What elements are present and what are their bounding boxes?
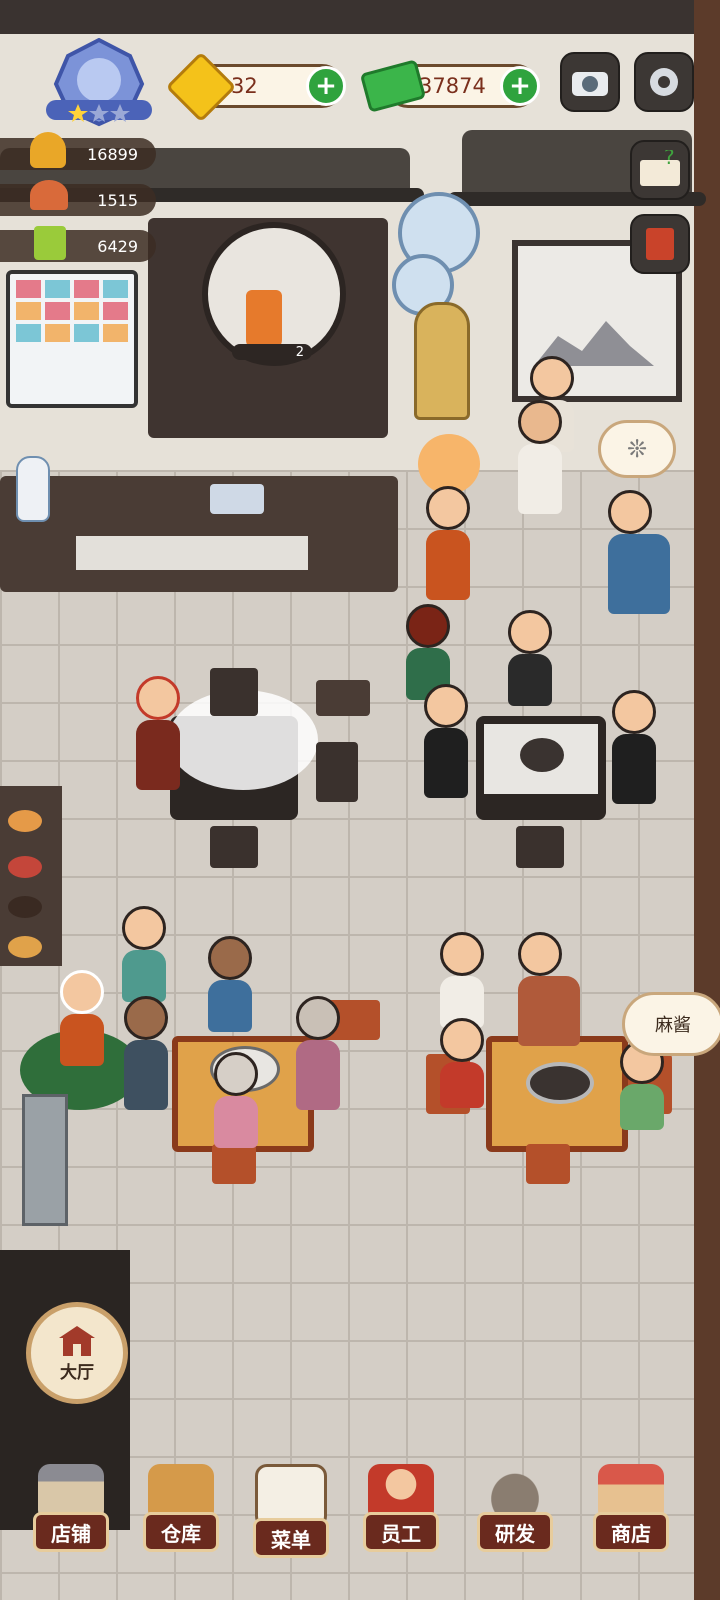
customer-mother[interactable] xyxy=(440,932,484,1028)
chair[interactable] xyxy=(210,826,258,868)
chair[interactable] xyxy=(526,1144,570,1184)
customer-glasses-1[interactable] xyxy=(424,684,468,798)
nav-store[interactable]: 商店 xyxy=(592,1464,670,1560)
chair[interactable] xyxy=(210,668,258,716)
recipe-book-icon xyxy=(646,228,674,260)
camera-button[interactable] xyxy=(560,52,620,112)
hall-button-label: 大厅 xyxy=(60,1362,94,1383)
stat-ticket-value: 6429 xyxy=(97,236,138,256)
nav-menu[interactable]: 菜单 xyxy=(252,1464,330,1560)
stat-ticket: 6429 xyxy=(0,230,156,262)
add-cash-button[interactable]: + xyxy=(500,66,540,106)
customer-boy[interactable] xyxy=(122,906,166,1002)
chair[interactable] xyxy=(316,742,358,802)
ceiling-beam xyxy=(0,0,720,34)
stat-hotpot: 16899 xyxy=(0,138,156,170)
vase xyxy=(16,456,50,522)
chair[interactable] xyxy=(516,826,564,868)
rank-badge[interactable] xyxy=(40,37,158,128)
laptop[interactable] xyxy=(210,484,264,514)
nav-label: 仓库 xyxy=(143,1512,219,1552)
nav-label: 商店 xyxy=(593,1512,669,1552)
stat-serving-value: 1515 xyxy=(97,190,138,210)
customer-grandma[interactable] xyxy=(296,996,340,1110)
nav-warehouse[interactable]: 仓库 xyxy=(142,1464,220,1560)
golden-bin xyxy=(414,302,470,420)
front-counter[interactable] xyxy=(0,476,398,592)
red-pillar xyxy=(694,0,720,1600)
chair[interactable] xyxy=(212,1144,256,1184)
bubble-tea-cup-icon[interactable] xyxy=(246,290,282,350)
nav-label: 菜单 xyxy=(253,1518,329,1558)
drink-progress-bar: 2 xyxy=(232,344,312,360)
customer-blue-shirt[interactable] xyxy=(608,490,670,614)
hall-house-icon xyxy=(59,1325,95,1356)
settings-button[interactable] xyxy=(634,52,694,112)
customer-old-man[interactable] xyxy=(518,400,562,514)
stone-pedestal xyxy=(22,1094,68,1226)
svg-text:?: ? xyxy=(664,150,675,169)
hall-button[interactable]: 大厅 xyxy=(26,1302,128,1404)
cash-count: 37874 xyxy=(419,74,486,98)
customer-father[interactable] xyxy=(518,932,580,1046)
stat-serving: 1515 xyxy=(0,184,156,216)
fish-thought-bubble[interactable]: ❊ xyxy=(598,420,676,478)
nav-label: 研发 xyxy=(477,1512,553,1552)
nav-staff[interactable]: 员工 xyxy=(362,1464,440,1560)
lucky-cat xyxy=(418,434,480,494)
gem-count: 32 xyxy=(231,74,258,98)
customer-grandpa[interactable] xyxy=(124,996,168,1110)
customer-grandma-back[interactable] xyxy=(214,1052,258,1148)
order-thought-bubble[interactable]: 麻酱 xyxy=(622,992,720,1056)
hotpot-table-2[interactable] xyxy=(476,716,606,820)
ticket-icon xyxy=(34,226,66,260)
nav-shop-front[interactable]: 店铺 xyxy=(32,1464,110,1560)
recipe-book-button[interactable] xyxy=(630,214,690,274)
customer-bald-man[interactable] xyxy=(208,936,252,1032)
camera-icon xyxy=(572,72,608,96)
drink-fridge[interactable] xyxy=(6,270,138,408)
drink-count-badge: 2 xyxy=(295,344,304,360)
waiter-red-hat[interactable] xyxy=(136,676,180,790)
order-bubble-text: 麻酱 xyxy=(655,1015,691,1036)
hotpot-table-4[interactable] xyxy=(486,1036,628,1152)
fish-icon: ❊ xyxy=(626,435,648,463)
plate-stand xyxy=(316,680,370,716)
nav-research[interactable]: 研发 xyxy=(476,1464,554,1560)
customer-glasses-2[interactable] xyxy=(612,690,656,804)
gear-icon xyxy=(650,68,678,96)
condiment-shelf[interactable] xyxy=(0,786,62,966)
nav-label: 员工 xyxy=(363,1512,439,1552)
help-book-icon: ? xyxy=(640,150,680,186)
stat-hotpot-value: 16899 xyxy=(87,144,138,164)
add-gems-button[interactable]: + xyxy=(306,66,346,106)
rank-emblem-icon xyxy=(46,37,152,127)
customer-child[interactable] xyxy=(440,1018,484,1108)
hotpot-icon xyxy=(30,132,66,168)
cashier-staff[interactable] xyxy=(426,486,470,600)
customer-man[interactable] xyxy=(508,610,552,706)
nav-label: 店铺 xyxy=(33,1512,109,1552)
chef-staff[interactable] xyxy=(60,970,104,1066)
serving-cloche-icon xyxy=(30,180,68,210)
help-book-button[interactable]: ? xyxy=(630,140,690,200)
